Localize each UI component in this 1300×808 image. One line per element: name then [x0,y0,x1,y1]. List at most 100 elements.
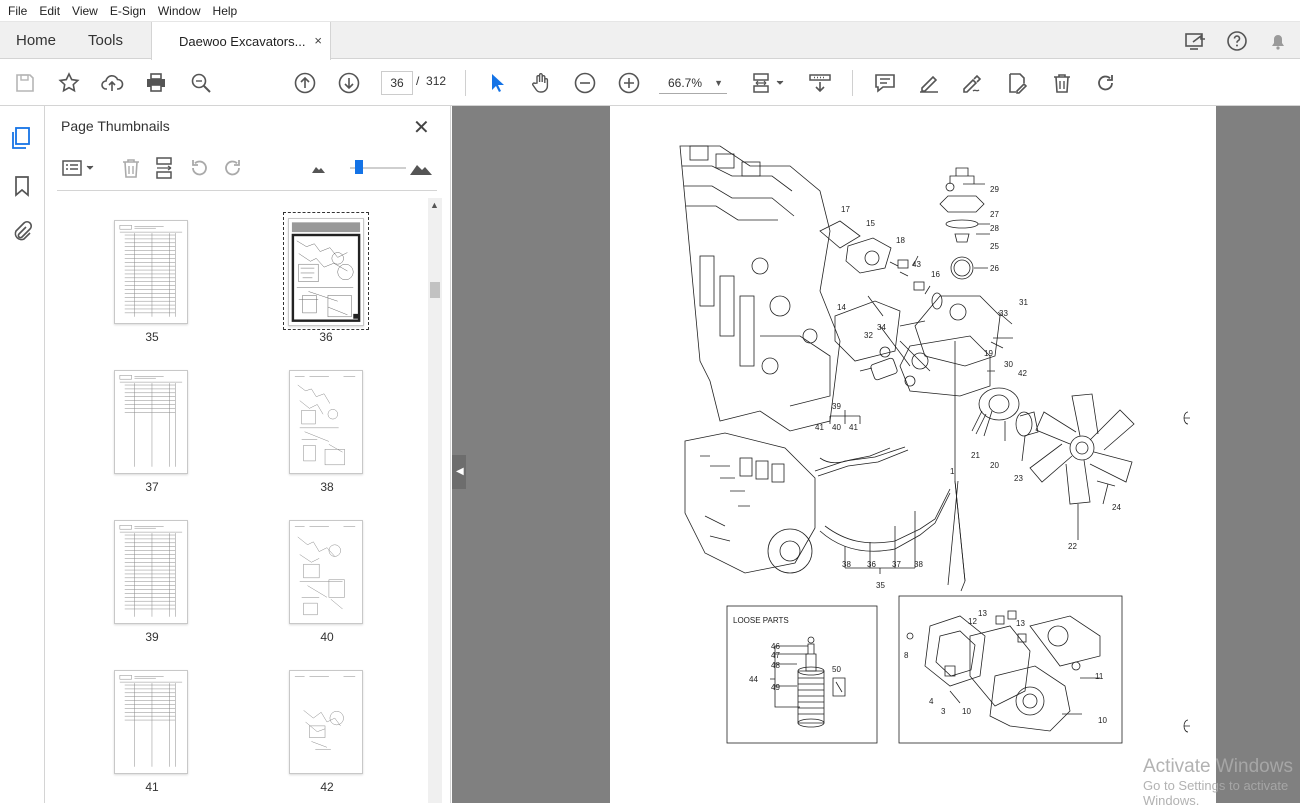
scroll-up-arrow-icon[interactable]: ▲ [430,200,439,210]
windows-activation-watermark: Activate Windows Go to Settings to activ… [1143,756,1300,808]
toolbar-divider [465,70,466,96]
close-panel-icon[interactable]: ✕ [413,115,430,140]
save-icon[interactable] [13,71,37,95]
next-page-icon[interactable] [337,71,361,95]
page-thumbnail[interactable] [114,670,188,774]
help-icon[interactable] [1225,29,1249,53]
callout-label: 38 [914,560,923,569]
page-number-input[interactable]: 36 [381,71,413,95]
menu-edit[interactable]: Edit [35,4,68,18]
callout-label: 44 [749,675,758,684]
thumbnail-scrollbar[interactable]: ▲ [428,198,442,803]
sign-pen-icon[interactable] [960,71,984,95]
page-thumbnail[interactable] [114,220,188,324]
page-thumbnail-selected[interactable] [288,218,364,326]
page-fit-icon[interactable] [750,71,788,95]
notifications-bell-icon[interactable] [1266,29,1290,53]
small-thumbnails-mountain-icon[interactable] [307,156,331,180]
zoom-level-select[interactable]: 66.7% ▼ [659,72,727,94]
previous-page-icon[interactable] [293,71,317,95]
callout-label: 11 [1095,672,1104,681]
tab-tools[interactable]: Tools [88,22,123,59]
thumbnail-label: 38 [320,480,334,494]
menu-file[interactable]: File [4,4,35,18]
callout-label: 15 [866,219,875,228]
upload-cloud-icon[interactable] [100,71,124,95]
menu-window[interactable]: Window [154,4,209,18]
page-thumbnail[interactable] [114,370,188,474]
callout-label: 23 [1014,474,1023,483]
menu-view[interactable]: View [68,4,106,18]
document-viewer[interactable]: 29 27 28 25 26 17 15 18 43 16 31 33 14 3… [452,106,1300,803]
close-tab-icon[interactable]: × [314,33,322,48]
select-cursor-icon[interactable] [485,71,509,95]
tab-home[interactable]: Home [16,22,56,59]
document-tab-title: Daewoo Excavators... [179,33,306,49]
callout-label: 27 [990,210,999,219]
thumbnail-label: 41 [145,780,159,794]
print-icon[interactable] [144,71,168,95]
callout-label: 39 [832,402,841,411]
menu-esign[interactable]: E-Sign [106,4,154,18]
callout-label: 33 [999,309,1008,318]
bookmark-star-icon[interactable] [57,71,81,95]
highlight-pen-icon[interactable] [917,71,941,95]
callout-label: 38 [842,560,851,569]
attachments-paperclip-icon[interactable] [10,220,34,244]
callout-label: 36 [867,560,876,569]
tab-bar: Home Tools Daewoo Excavators... × [0,22,1300,60]
menu-help[interactable]: Help [209,4,246,18]
callout-label: 12 [968,617,977,626]
callout-label: 14 [837,303,846,312]
delete-trash-icon[interactable] [1050,71,1074,95]
page-thumbnails-icon[interactable] [10,126,34,150]
rotate-left-icon[interactable] [187,156,211,180]
zoom-out-icon[interactable] [573,71,597,95]
callout-label: 25 [990,242,999,251]
rotate-right-icon[interactable] [221,156,245,180]
scrollbar-thumb[interactable] [430,282,440,298]
delete-page-icon[interactable] [119,156,143,180]
callout-label: 16 [931,270,940,279]
panel-title: Page Thumbnails [61,118,170,134]
page-total: 312 [426,74,447,88]
page-thumbnail[interactable] [289,670,363,774]
zoom-in-icon[interactable] [617,71,641,95]
callout-label: 48 [771,661,780,670]
fill-sign-icon[interactable] [1005,71,1029,95]
find-zoom-icon[interactable] [189,71,213,95]
callout-label: 49 [771,683,780,692]
collapse-left-arrow-icon: ◀ [456,466,464,477]
callout-label: 17 [841,205,850,214]
callout-label: 43 [912,260,921,269]
tab-document[interactable]: Daewoo Excavators... × [151,22,331,60]
rotate-redo-icon[interactable] [1094,71,1118,95]
menu-bar: File Edit View E-Sign Window Help [0,0,1300,22]
toolbar-divider [852,70,853,96]
bookmarks-icon[interactable] [10,174,34,198]
split-page-icon[interactable] [153,156,177,180]
callout-label: 26 [990,264,999,273]
hand-tool-icon[interactable] [529,71,553,95]
callout-label: 20 [990,461,999,470]
callout-label: 32 [864,331,873,340]
navigation-rail [0,106,45,803]
page-thumbnail[interactable] [289,520,363,624]
collapse-panel-handle[interactable]: ◀ [452,455,466,489]
share-screen-icon[interactable] [1183,29,1207,53]
page-thumbnail[interactable] [114,520,188,624]
exploded-parts-diagram: 29 27 28 25 26 17 15 18 43 16 31 33 14 3… [679,145,1190,744]
panel-divider [57,190,437,191]
callout-label: 28 [990,224,999,233]
comment-icon[interactable] [873,71,897,95]
thumbnail-options-icon[interactable] [61,156,97,180]
large-thumbnails-mountain-icon[interactable] [409,156,433,180]
page-separator: / [416,74,420,88]
callout-label: 13 [1016,619,1025,628]
callout-label: 3 [941,707,946,716]
callout-label: 37 [892,560,901,569]
watermark-title: Activate Windows [1143,756,1293,777]
scroll-mode-icon[interactable] [808,71,832,95]
thumbnail-size-slider-handle[interactable] [355,160,363,174]
page-thumbnail[interactable] [289,370,363,474]
